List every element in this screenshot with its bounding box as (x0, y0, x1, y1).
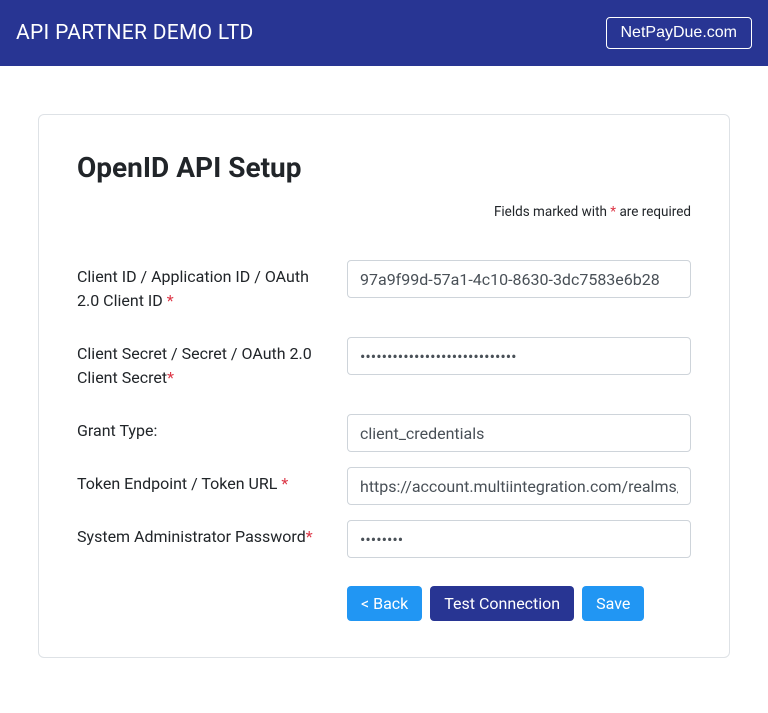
token-endpoint-label: Token Endpoint / Token URL * (77, 467, 347, 496)
client-secret-row: Client Secret / Secret / OAuth 2.0 Clien… (77, 337, 691, 390)
setup-card: OpenID API Setup Fields marked with * ar… (38, 114, 730, 658)
grant-type-row: Grant Type: (77, 414, 691, 452)
app-title: API PARTNER DEMO LTD (16, 21, 254, 45)
client-secret-label: Client Secret / Secret / OAuth 2.0 Clien… (77, 337, 347, 390)
client-secret-input[interactable] (347, 337, 691, 375)
required-suffix: are required (616, 204, 691, 220)
admin-password-input[interactable] (347, 520, 691, 558)
required-star-icon: * (281, 474, 288, 493)
back-button[interactable]: < Back (347, 586, 422, 621)
token-endpoint-row: Token Endpoint / Token URL * (77, 467, 691, 505)
grant-type-label: Grant Type: (77, 414, 347, 443)
required-star-icon: * (167, 291, 174, 310)
button-row: < Back Test Connection Save (347, 586, 691, 621)
client-id-row: Client ID / Application ID / OAuth 2.0 C… (77, 260, 691, 313)
page-title: OpenID API Setup (77, 151, 691, 184)
required-prefix: Fields marked with (494, 204, 610, 220)
required-star-icon: * (167, 368, 174, 387)
client-id-label: Client ID / Application ID / OAuth 2.0 C… (77, 260, 347, 313)
token-endpoint-input[interactable] (347, 467, 691, 505)
required-star-icon: * (306, 527, 313, 546)
save-button[interactable]: Save (582, 586, 644, 621)
required-note: Fields marked with * are required (77, 204, 691, 220)
client-id-input[interactable] (347, 260, 691, 298)
grant-type-input[interactable] (347, 414, 691, 452)
netpaydue-link[interactable]: NetPayDue.com (606, 17, 753, 49)
test-connection-button[interactable]: Test Connection (430, 586, 574, 621)
admin-password-row: System Administrator Password* (77, 520, 691, 558)
admin-password-label: System Administrator Password* (77, 520, 347, 549)
app-header: API PARTNER DEMO LTD NetPayDue.com (0, 0, 768, 66)
